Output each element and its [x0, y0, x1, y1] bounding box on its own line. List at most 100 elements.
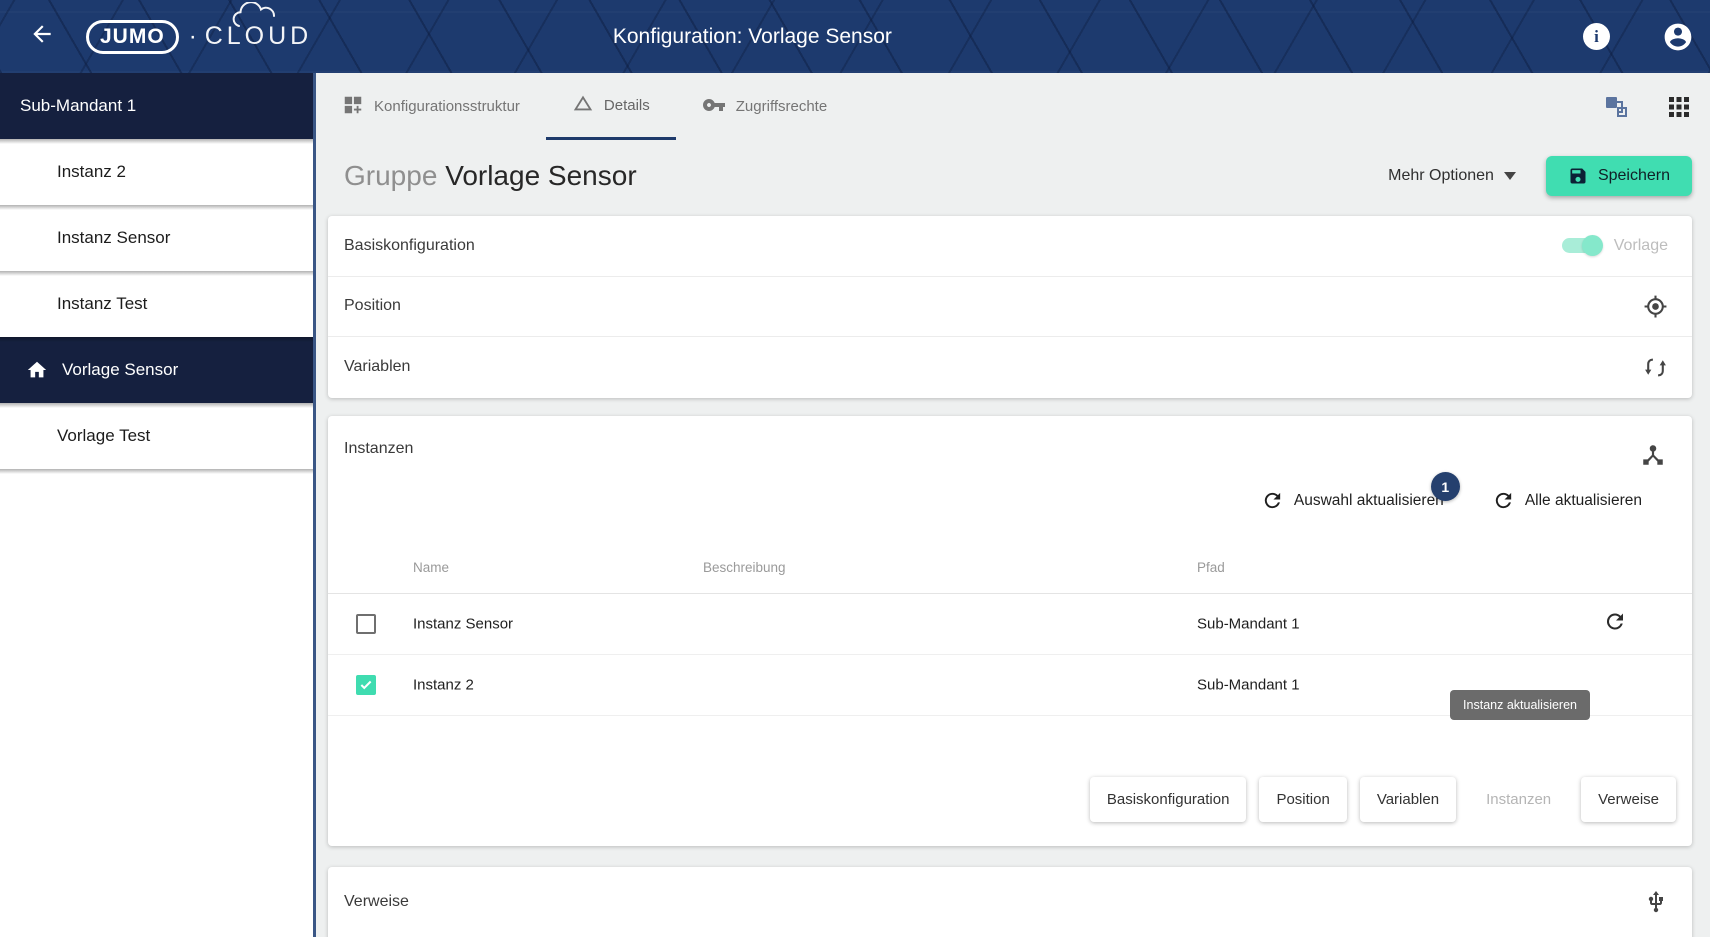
- dashboard-customize-icon: [342, 94, 364, 120]
- table-header: Name Beschreibung Pfad: [328, 546, 1692, 594]
- footer-button-instanzen-disabled: Instanzen: [1469, 777, 1568, 822]
- save-floppy-icon: [1570, 168, 1586, 184]
- sidebar-divider: [313, 73, 316, 937]
- variables-swap-icon: [1643, 355, 1668, 380]
- page-title-name: Vorlage Sensor: [445, 160, 637, 191]
- sidebar-item-label: Instanz Sensor: [57, 228, 171, 247]
- section-label: Variablen: [344, 358, 411, 376]
- back-button[interactable]: [24, 19, 60, 55]
- refresh-icon: [1495, 492, 1511, 509]
- view-switcher: [1604, 73, 1710, 140]
- sidebar-item-instanz-test[interactable]: Instanz Test: [0, 271, 313, 337]
- usb-icon: [1644, 890, 1668, 914]
- footer-buttons: Basiskonfiguration Position Variablen In…: [328, 776, 1692, 822]
- sidebar: Sub-Mandant 1 Instanz 2 Instanz Sensor I…: [0, 73, 313, 937]
- refresh-icon: [1264, 492, 1281, 509]
- more-options-label: Mehr Optionen: [1388, 167, 1494, 184]
- sidebar-item-label: Instanz Test: [57, 294, 148, 313]
- vorlage-toggle-label: Vorlage: [1613, 236, 1668, 254]
- sidebar-item-label: Sub-Mandant 1: [20, 96, 137, 115]
- vorlage-toggle[interactable]: [1561, 235, 1603, 257]
- header-actions: i: [1583, 21, 1694, 53]
- home-icon: [26, 359, 48, 381]
- update-selection-button[interactable]: Auswahl aktualisieren 1: [1261, 472, 1460, 512]
- column-header-pfad: Pfad: [1197, 559, 1225, 575]
- refresh-icon: [1606, 613, 1623, 629]
- footer-button-variablen[interactable]: Variablen: [1359, 776, 1457, 822]
- key-icon: [702, 93, 726, 121]
- save-button-label: Speichern: [1597, 167, 1670, 184]
- instanzen-card: Instanzen Auswahl aktualisieren 1 Alle a…: [328, 415, 1692, 846]
- column-header-name: Name: [413, 559, 450, 575]
- sidebar-item-sub-mandant-1[interactable]: Sub-Mandant 1: [0, 73, 313, 139]
- footer-button-position[interactable]: Position: [1259, 776, 1347, 822]
- sidebar-item-label: Instanz 2: [57, 162, 126, 181]
- tab-konfigurationsstruktur[interactable]: Konfigurationsstruktur: [316, 73, 546, 140]
- tree-view-icon[interactable]: [1604, 95, 1630, 119]
- section-label: Basiskonfiguration: [344, 236, 475, 254]
- sidebar-shadow: [0, 469, 313, 474]
- page-title: Gruppe Vorlage Sensor: [344, 160, 637, 192]
- footer-button-basiskonfiguration[interactable]: Basiskonfiguration: [1089, 776, 1247, 822]
- cell-name: Instanz Sensor: [413, 615, 514, 632]
- info-icon[interactable]: i: [1583, 23, 1610, 50]
- sidebar-item-vorlage-sensor[interactable]: Vorlage Sensor: [0, 337, 313, 403]
- triangle-details-icon: [572, 92, 594, 118]
- section-verweise[interactable]: Verweise: [328, 867, 1692, 937]
- tab-label: Details: [603, 96, 650, 114]
- logo-separator: ·: [188, 22, 197, 50]
- app-header: JUMO · CLOUD Konfiguration: Vorlage Sens…: [0, 0, 1710, 73]
- jumo-logo: JUMO: [86, 19, 179, 54]
- device-hub-icon: [1640, 442, 1666, 473]
- footer-button-verweise[interactable]: Verweise: [1581, 776, 1676, 822]
- section-position[interactable]: Position: [328, 277, 1692, 337]
- jumo-cloud-logo: JUMO · CLOUD: [86, 2, 313, 54]
- row-checkbox-unchecked[interactable]: [356, 613, 376, 634]
- selection-count-badge: 1: [1430, 472, 1460, 501]
- update-selection-label: Auswahl aktualisieren: [1293, 491, 1444, 509]
- section-variablen[interactable]: Variablen: [328, 337, 1692, 398]
- tab-details[interactable]: Details: [545, 73, 676, 140]
- save-button[interactable]: Speichern: [1545, 156, 1692, 196]
- sidebar-item-label: Vorlage Test: [57, 426, 151, 445]
- sidebar-item-instanz-2[interactable]: Instanz 2: [0, 139, 313, 205]
- sections-card: Basiskonfiguration Vorlage Position Vari…: [328, 216, 1692, 398]
- my-location-icon: [1643, 294, 1668, 319]
- instanz-aktualisieren-tooltip: Instanz aktualisieren: [1450, 689, 1590, 720]
- tab-label: Konfigurationsstruktur: [374, 98, 520, 115]
- grid-view-icon[interactable]: [1668, 96, 1690, 118]
- main-content: Konfigurationsstruktur Details Zugriffsr…: [316, 73, 1710, 937]
- update-all-button[interactable]: Alle aktualisieren: [1492, 489, 1642, 512]
- refresh-actions: Auswahl aktualisieren 1 Alle aktualisier…: [328, 472, 1692, 518]
- cell-pfad: Sub-Mandant 1: [1197, 676, 1300, 693]
- section-label: Verweise: [344, 892, 409, 910]
- window-title: Konfiguration: Vorlage Sensor: [612, 24, 892, 48]
- section-basiskonfiguration[interactable]: Basiskonfiguration Vorlage: [328, 216, 1692, 277]
- more-options-button[interactable]: Mehr Optionen: [1382, 159, 1522, 193]
- account-icon[interactable]: [1662, 21, 1694, 53]
- section-label: Position: [344, 297, 401, 315]
- tab-bar: Konfigurationsstruktur Details Zugriffsr…: [316, 73, 1710, 140]
- row-refresh-button[interactable]: [1603, 609, 1627, 638]
- cell-name: Instanz 2: [413, 676, 474, 693]
- check-icon: [360, 680, 372, 689]
- cloud-icon: [232, 2, 275, 27]
- tab-label: Zugriffsrechte: [735, 98, 828, 115]
- sidebar-item-vorlage-test[interactable]: Vorlage Test: [0, 403, 313, 469]
- cell-pfad: Sub-Mandant 1: [1197, 615, 1300, 632]
- page-title-prefix: Gruppe: [344, 160, 438, 191]
- row-checkbox-checked[interactable]: [356, 674, 376, 695]
- toggle-thumb: [1581, 235, 1603, 257]
- page-header: Gruppe Vorlage Sensor Mehr Optionen Spei…: [316, 140, 1710, 212]
- sidebar-item-label: Vorlage Sensor: [62, 360, 179, 379]
- sidebar-item-instanz-sensor[interactable]: Instanz Sensor: [0, 205, 313, 271]
- app-root: JUMO · CLOUD Konfiguration: Vorlage Sens…: [0, 0, 1710, 937]
- cloud-logo: CLOUD: [205, 2, 313, 51]
- update-all-label: Alle aktualisieren: [1524, 491, 1642, 509]
- instanzen-title: Instanzen: [344, 439, 414, 457]
- verweise-card: Verweise: [328, 866, 1692, 937]
- back-arrow-icon: [29, 21, 55, 52]
- chevron-down-icon: [1503, 172, 1516, 180]
- table-row-instanz-sensor[interactable]: Instanz Sensor Sub-Mandant 1: [328, 594, 1692, 655]
- tab-zugriffsrechte[interactable]: Zugriffsrechte: [676, 73, 853, 140]
